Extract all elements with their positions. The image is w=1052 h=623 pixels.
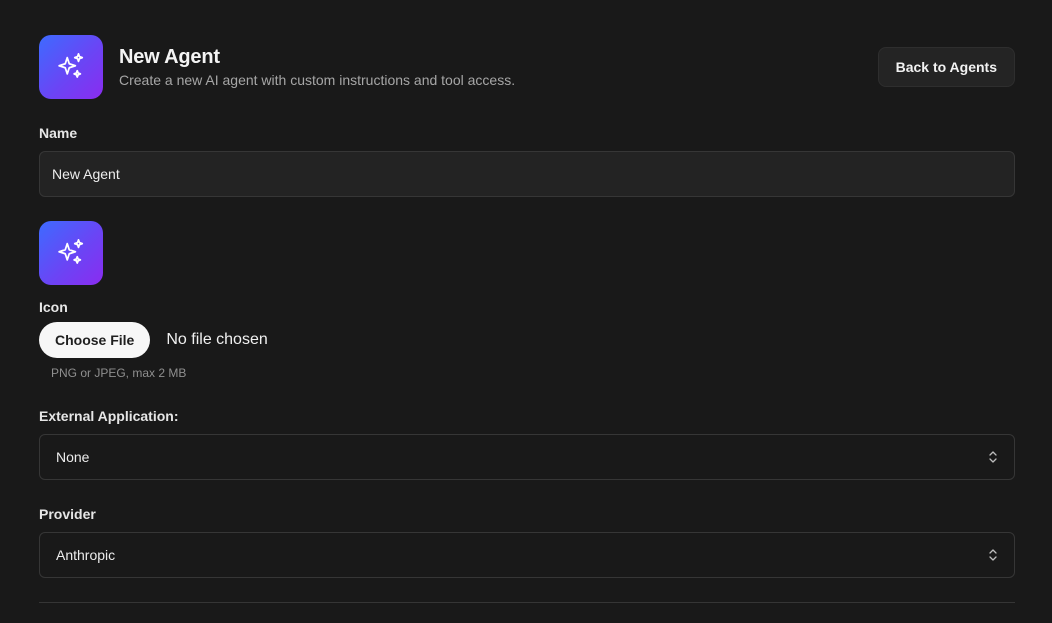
- section-divider: [39, 602, 1015, 603]
- page-title: New Agent: [119, 46, 220, 68]
- icon-file-input: Choose File No file chosen: [39, 322, 268, 358]
- icon-preview-tile: [39, 221, 103, 285]
- provider-label: Provider: [39, 506, 96, 522]
- chevron-up-down-icon: [988, 450, 998, 464]
- title-block: New Agent Create a new AI agent with cus…: [119, 45, 515, 89]
- provider-select[interactable]: Anthropic: [39, 532, 1015, 578]
- icon-hint: PNG or JPEG, max 2 MB: [51, 366, 187, 380]
- choose-file-button[interactable]: Choose File: [39, 322, 151, 358]
- back-to-agents-button[interactable]: Back to Agents: [877, 47, 1015, 87]
- external-application-select[interactable]: None: [39, 434, 1015, 480]
- new-agent-page: New Agent Create a new AI agent with cus…: [0, 0, 1052, 623]
- external-application-value: None: [56, 449, 90, 465]
- sparkles-icon: [58, 239, 84, 264]
- icon-preview: [39, 221, 103, 285]
- name-input[interactable]: [39, 151, 1015, 197]
- page-subtitle: Create a new AI agent with custom instru…: [119, 72, 516, 88]
- agent-logo: [39, 35, 103, 99]
- external-application-label: External Application:: [39, 408, 179, 424]
- page-header: New Agent Create a new AI agent with cus…: [39, 35, 1015, 99]
- chevron-up-down-icon: [988, 548, 998, 562]
- provider-value: Anthropic: [56, 547, 116, 563]
- sparkles-icon: [58, 53, 84, 78]
- icon-label: Icon: [39, 299, 68, 315]
- file-status: No file chosen: [166, 331, 268, 348]
- name-label: Name: [39, 125, 78, 141]
